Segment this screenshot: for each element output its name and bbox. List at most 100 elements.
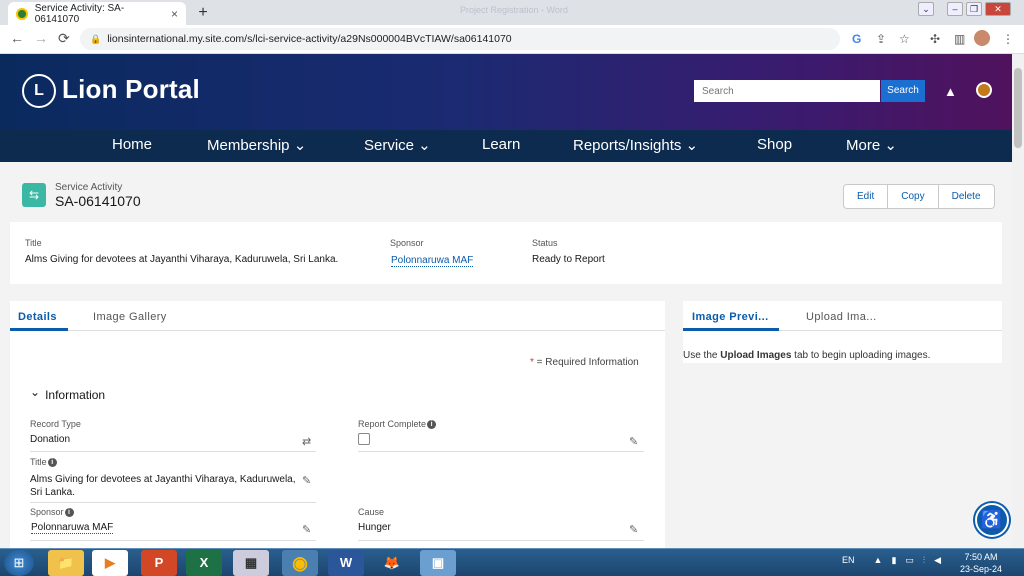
required-legend: * = Required Information — [530, 357, 639, 368]
language-indicator[interactable]: EN — [842, 555, 855, 566]
lions-logo-icon[interactable]: L — [22, 74, 56, 108]
tab-image-preview[interactable]: Image Previ... — [692, 311, 769, 323]
report-complete-label-text: Report Complete — [358, 419, 427, 429]
back-icon[interactable]: ← — [10, 30, 24, 46]
highlight-title-label: Title — [25, 238, 42, 248]
browser-tab[interactable]: Service Activity: SA-06141070 × — [8, 2, 186, 25]
restore-button[interactable]: ❐ — [966, 2, 982, 16]
browser-tab-title: Service Activity: SA-06141070 — [34, 2, 125, 25]
url-field[interactable]: 🔒 lionsinternational.my.site.com/s/lci-s… — [80, 28, 840, 50]
reload-icon[interactable]: ⟳ — [58, 30, 70, 47]
extensions-icon[interactable]: ✣ — [930, 32, 940, 46]
tab-search-icon[interactable]: ⌄ — [918, 2, 934, 16]
calculator-icon[interactable]: ▦ — [233, 550, 269, 576]
change-record-type-icon[interactable]: ⇄ — [302, 435, 311, 448]
required-text: = Required Information — [533, 357, 639, 368]
sidepanel-icon[interactable]: ▥ — [954, 32, 965, 46]
details-tabs: Details Image Gallery — [10, 301, 665, 331]
record-name: SA-06141070 — [55, 193, 141, 209]
search-button[interactable]: Search — [881, 80, 925, 102]
media-player-icon[interactable]: ▶ — [92, 550, 128, 576]
nav-more[interactable]: More ⌄ — [846, 136, 897, 154]
copy-button[interactable]: Copy — [888, 185, 939, 208]
section-header-information[interactable]: ⌄ Information — [30, 385, 106, 402]
object-label: Service Activity — [55, 182, 123, 193]
tab-close-icon[interactable]: × — [171, 7, 178, 21]
excel-icon[interactable]: X — [186, 550, 222, 576]
profile-icon[interactable] — [974, 30, 990, 46]
star-icon[interactable]: ☆ — [899, 32, 910, 46]
report-complete-checkbox[interactable] — [358, 433, 370, 445]
nav-shop[interactable]: Shop — [757, 136, 792, 153]
clock[interactable]: 7:50 AM 23-Sep-24 — [960, 551, 1002, 575]
upload-hint-suffix: tab to begin uploading images. — [791, 350, 931, 361]
edit-report-complete-pencil-icon[interactable]: ✎ — [629, 435, 638, 448]
search-input[interactable] — [694, 80, 880, 102]
nav-learn[interactable]: Learn — [482, 136, 520, 153]
highlight-status-value: Ready to Report — [532, 254, 605, 265]
nav-home[interactable]: Home — [112, 136, 152, 153]
nav-membership[interactable]: Membership ⌄ — [207, 136, 306, 154]
info-icon[interactable]: i — [47, 458, 57, 467]
cause-value: Hunger — [358, 522, 391, 533]
upload-hint-bold: Upload Images — [720, 350, 792, 361]
highlights-panel: Title Alms Giving for devotees at Jayant… — [10, 222, 1002, 284]
record-actions: Edit Copy Delete — [843, 184, 995, 209]
menu-icon[interactable]: ⋮ — [1002, 32, 1014, 46]
highlight-status-label: Status — [532, 238, 558, 248]
avatar[interactable] — [976, 82, 992, 98]
tab-image-gallery[interactable]: Image Gallery — [93, 311, 167, 323]
minimize-button[interactable]: – — [947, 2, 963, 16]
edit-button[interactable]: Edit — [844, 185, 889, 208]
word-icon[interactable]: W — [328, 550, 364, 576]
device-icon[interactable]: ▮ — [891, 555, 896, 566]
edit-title-pencil-icon[interactable]: ✎ — [302, 474, 311, 487]
snipping-tool-icon[interactable]: ▣ — [420, 550, 456, 576]
upload-hint: Use the Upload Images tab to begin uploa… — [683, 350, 930, 361]
powerpoint-icon[interactable]: P — [141, 550, 177, 576]
windows-taskbar: ⊞ 📁 ▶ P X ▦ ◉ W 🦊 ▣ EN ▲ ▮ ▭ ⫶ ◀ 7:50 AM… — [0, 548, 1024, 576]
browser-tab-strip: Service Activity: SA-06141070 × + Projec… — [0, 0, 1024, 25]
explorer-icon[interactable]: 📁 — [48, 550, 84, 576]
brand-title[interactable]: Lion Portal — [62, 74, 200, 105]
title-divider — [30, 502, 316, 503]
highlight-sponsor-link[interactable]: Polonnaruwa MAF — [391, 255, 474, 267]
volume-icon[interactable]: ◀ — [934, 555, 941, 566]
new-tab-button[interactable]: + — [194, 4, 212, 22]
forward-icon[interactable]: → — [34, 30, 48, 46]
info-icon[interactable]: i — [427, 420, 437, 429]
notification-bell-icon[interactable]: ▲ — [944, 84, 957, 99]
accessibility-icon[interactable]: ♿ — [975, 503, 1009, 537]
sponsor-label-text: Sponsor — [30, 507, 64, 517]
start-button[interactable]: ⊞ — [4, 550, 34, 576]
nav-service[interactable]: Service ⌄ — [364, 136, 431, 154]
battery-icon[interactable]: ▭ — [905, 555, 914, 566]
scrollbar-thumb[interactable] — [1014, 68, 1022, 148]
tab-details[interactable]: Details — [18, 311, 57, 323]
google-icon[interactable]: G — [852, 32, 861, 46]
close-window-button[interactable]: ✕ — [985, 2, 1011, 16]
main-nav: Home Membership ⌄ Service ⌄ Learn Report… — [0, 130, 1012, 162]
firefox-icon[interactable]: 🦊 — [374, 550, 410, 576]
highlight-title-value: Alms Giving for devotees at Jayanthi Vih… — [25, 254, 339, 265]
delete-button[interactable]: Delete — [939, 185, 994, 208]
portal-header: L Lion Portal Search ▲ — [0, 54, 1012, 130]
record-type-value: Donation — [30, 434, 71, 445]
record-type-label: Record Type — [30, 419, 81, 429]
sponsor-divider — [30, 540, 316, 541]
sponsor-link[interactable]: Polonnaruwa MAF — [31, 522, 114, 534]
tab-upload-images[interactable]: Upload Ima... — [806, 311, 877, 323]
share-icon[interactable]: ⇪ — [876, 32, 886, 46]
section-title: Information — [45, 388, 106, 402]
edit-cause-pencil-icon[interactable]: ✎ — [629, 523, 638, 536]
info-icon[interactable]: i — [64, 508, 74, 517]
chrome-icon[interactable]: ◉ — [282, 550, 318, 576]
sponsor-label: Sponsor i — [30, 507, 74, 517]
system-tray: EN ▲ ▮ ▭ ⫶ ◀ — [842, 555, 941, 566]
chevron-down-icon: ⌄ — [30, 385, 41, 399]
network-icon[interactable]: ⫶ — [923, 555, 925, 566]
edit-sponsor-pencil-icon[interactable]: ✎ — [302, 523, 311, 536]
tray-arrow-icon[interactable]: ▲ — [874, 555, 883, 566]
nav-reports-insights[interactable]: Reports/Insights ⌄ — [573, 136, 698, 154]
report-complete-label: Report Complete i — [358, 419, 437, 429]
